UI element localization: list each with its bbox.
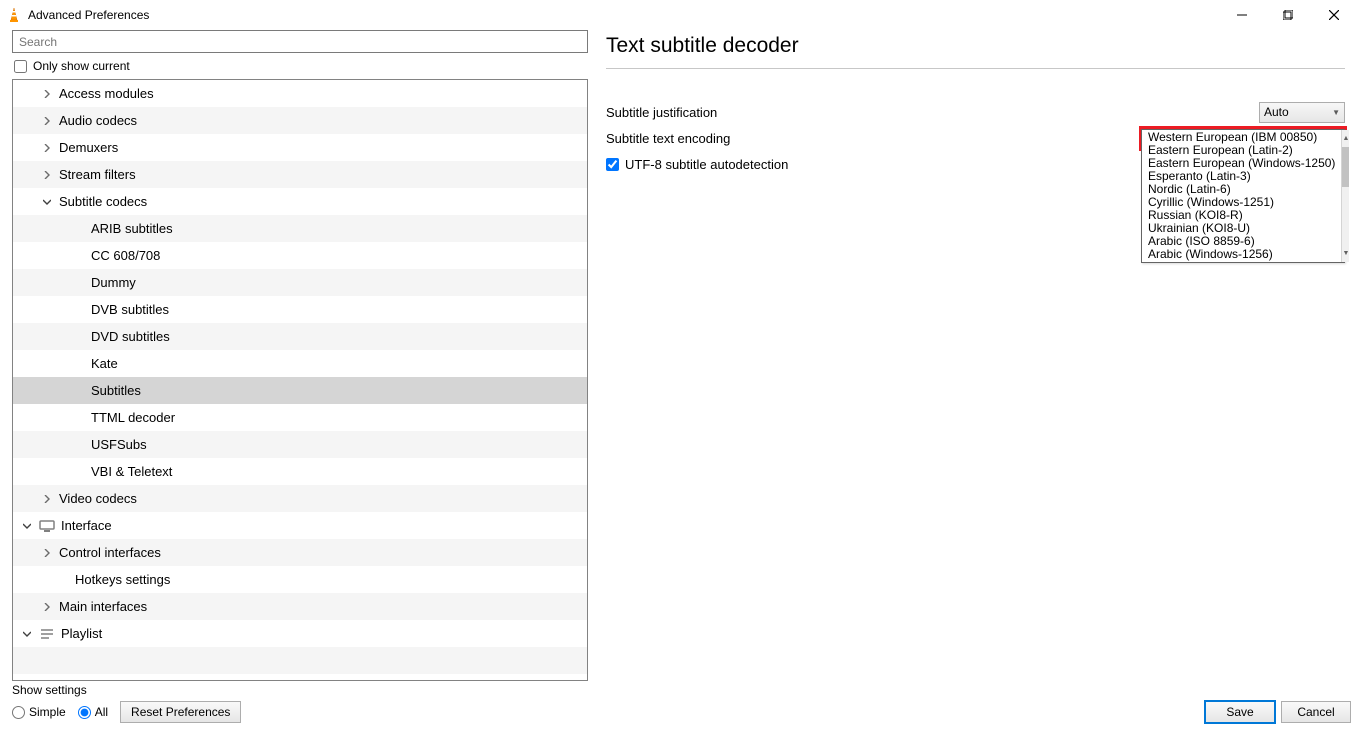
chevron-down-icon[interactable]: [21, 522, 33, 530]
tree-item-label: Playlist: [61, 626, 102, 641]
search-input[interactable]: [12, 30, 588, 53]
tree-item[interactable]: TTML decoder: [13, 404, 587, 431]
tree-item-label: ARIB subtitles: [91, 221, 173, 236]
chevron-right-icon[interactable]: [41, 549, 53, 557]
dropdown-option[interactable]: Ukrainian (KOI8-U): [1142, 222, 1341, 235]
playlist-icon: [39, 626, 55, 642]
tree-item[interactable]: Stream filters: [13, 161, 587, 188]
tree-item[interactable]: Kate: [13, 350, 587, 377]
scroll-down-button[interactable]: ▼: [1342, 245, 1349, 262]
chevron-right-icon[interactable]: [41, 171, 53, 179]
utf8-autodetect-box[interactable]: [606, 158, 619, 171]
tree-item[interactable]: DVB subtitles: [13, 296, 587, 323]
tree-item[interactable]: VBI & Teletext: [13, 458, 587, 485]
only-show-current-checkbox[interactable]: Only show current: [12, 53, 588, 79]
dropdown-option[interactable]: Arabic (Windows-1256): [1142, 248, 1341, 261]
tree-item-label: DVD subtitles: [91, 329, 170, 344]
tree-item[interactable]: Audio codecs: [13, 107, 587, 134]
footer: Show settings Simple All Reset Preferenc…: [0, 681, 1363, 723]
tree-item-label: USFSubs: [91, 437, 147, 452]
preferences-tree: Access modules Audio codecs Demuxers Stream…: [12, 79, 588, 681]
interface-icon: [39, 518, 55, 534]
tree-item-label: Access modules: [59, 86, 154, 101]
window-controls: [1219, 0, 1357, 30]
tree-item-label: Hotkeys settings: [75, 572, 170, 587]
tree-item[interactable]: DVD subtitles: [13, 323, 587, 350]
dropdown-option[interactable]: Russian (KOI8-R): [1142, 209, 1341, 222]
window-title: Advanced Preferences: [28, 8, 149, 22]
tree-item-label: TTML decoder: [91, 410, 175, 425]
chevron-down-icon[interactable]: [41, 198, 53, 206]
chevron-right-icon[interactable]: [41, 117, 53, 125]
right-panel: Text subtitle decoder Subtitle justifica…: [588, 30, 1351, 681]
panel-title: Text subtitle decoder: [606, 30, 1345, 69]
close-button[interactable]: [1311, 0, 1357, 30]
dropdown-scrollbar[interactable]: ▲ ▼: [1341, 130, 1349, 262]
subtitle-encoding-label: Subtitle text encoding: [606, 131, 1141, 146]
tree-item[interactable]: Dummy: [13, 269, 587, 296]
dropdown-option[interactable]: Nordic (Latin-6): [1142, 183, 1341, 196]
tree-item-label: Kate: [91, 356, 118, 371]
tree-item-label: CC 608/708: [91, 248, 160, 263]
dropdown-option[interactable]: Esperanto (Latin-3): [1142, 170, 1341, 183]
only-show-current-box[interactable]: [14, 60, 27, 73]
dropdown-option[interactable]: Eastern European (Latin-2): [1142, 144, 1341, 157]
scroll-up-button[interactable]: ▲: [1342, 130, 1349, 147]
tree-item[interactable]: Hotkeys settings: [13, 566, 587, 593]
subtitle-justification-label: Subtitle justification: [606, 105, 1259, 120]
save-button[interactable]: Save: [1205, 701, 1275, 723]
chevron-right-icon[interactable]: [41, 603, 53, 611]
tree-item-label: DVB subtitles: [91, 302, 169, 317]
tree-item-label: Main interfaces: [59, 599, 147, 614]
tree-item[interactable]: Video codecs: [13, 485, 587, 512]
tree-item-label: Video codecs: [59, 491, 137, 506]
vlc-cone-icon: [6, 7, 22, 23]
minimize-button[interactable]: [1219, 0, 1265, 30]
maximize-button[interactable]: [1265, 0, 1311, 30]
tree-item[interactable]: [13, 647, 587, 674]
tree-item[interactable]: Playlist: [13, 620, 587, 647]
show-settings-label: Show settings: [12, 683, 241, 697]
tree-item-label: Subtitle codecs: [59, 194, 147, 209]
chevron-down-icon: ▼: [1332, 108, 1340, 117]
tree-item[interactable]: ARIB subtitles: [13, 215, 587, 242]
tree-item[interactable]: USFSubs: [13, 431, 587, 458]
only-show-current-label: Only show current: [33, 59, 130, 73]
chevron-down-icon[interactable]: [21, 630, 33, 638]
tree-item-label: Interface: [61, 518, 112, 533]
tree-scroll[interactable]: Access modules Audio codecs Demuxers Stream…: [13, 80, 587, 680]
tree-item[interactable]: CC 608/708: [13, 242, 587, 269]
left-panel: Only show current Access modules Audio co…: [12, 30, 588, 681]
subtitle-justification-combo[interactable]: Auto ▼: [1259, 102, 1345, 123]
chevron-right-icon[interactable]: [41, 495, 53, 503]
tree-item[interactable]: Access modules: [13, 80, 587, 107]
tree-item-label: Stream filters: [59, 167, 136, 182]
tree-item-label: Demuxers: [59, 140, 118, 155]
dropdown-option[interactable]: Arabic (ISO 8859-6): [1142, 235, 1341, 248]
simple-radio[interactable]: Simple: [12, 705, 66, 719]
titlebar: Advanced Preferences: [0, 0, 1363, 30]
tree-item[interactable]: Demuxers: [13, 134, 587, 161]
tree-item-label: Subtitles: [91, 383, 141, 398]
dropdown-option[interactable]: Western European (IBM 00850): [1142, 131, 1341, 144]
cancel-button[interactable]: Cancel: [1281, 701, 1351, 723]
chevron-right-icon[interactable]: [41, 90, 53, 98]
tree-item[interactable]: Main interfaces: [13, 593, 587, 620]
tree-item-label: Audio codecs: [59, 113, 137, 128]
chevron-right-icon[interactable]: [41, 144, 53, 152]
scroll-thumb[interactable]: [1342, 147, 1349, 187]
dropdown-option[interactable]: Cyrillic (Windows-1251): [1142, 196, 1341, 209]
tree-item-label: VBI & Teletext: [91, 464, 172, 479]
tree-item[interactable]: Subtitle codecs: [13, 188, 587, 215]
tree-item[interactable]: Control interfaces: [13, 539, 587, 566]
tree-item[interactable]: Subtitles: [13, 377, 587, 404]
encoding-dropdown-list[interactable]: Western European (IBM 00850)Eastern Euro…: [1141, 129, 1345, 263]
all-radio[interactable]: All: [78, 705, 108, 719]
tree-item-label: Dummy: [91, 275, 136, 290]
tree-item[interactable]: Interface: [13, 512, 587, 539]
utf8-autodetect-label: UTF-8 subtitle autodetection: [625, 157, 788, 172]
reset-preferences-button[interactable]: Reset Preferences: [120, 701, 241, 723]
dropdown-option[interactable]: Eastern European (Windows-1250): [1142, 157, 1341, 170]
tree-item-label: Control interfaces: [59, 545, 161, 560]
